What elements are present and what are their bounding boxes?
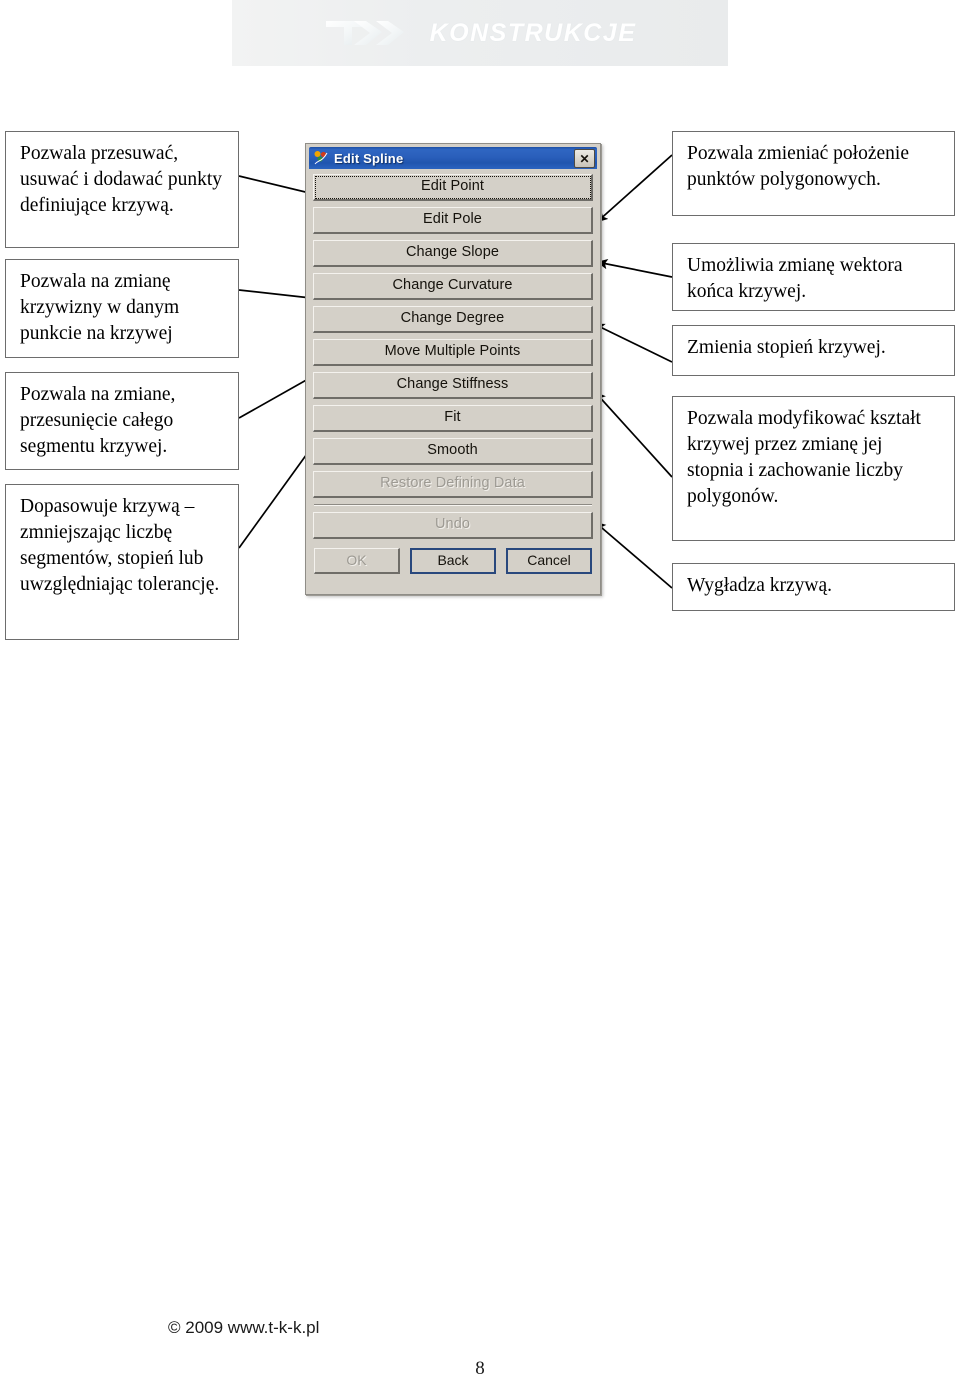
callout-text: Pozwala zmieniać położenie punktów polyg… — [687, 143, 909, 190]
close-icon[interactable]: ✕ — [574, 149, 595, 168]
button-change-curvature[interactable]: Change Curvature — [313, 273, 593, 300]
callout-move-multiple-points: Pozwala na zmiane, przesunięcie całego s… — [5, 372, 239, 470]
callout-change-slope: Umożliwia zmianę wektora końca krzywej. — [672, 243, 955, 311]
button-back[interactable]: Back — [410, 548, 496, 574]
button-change-stiffness[interactable]: Change Stiffness — [313, 372, 593, 399]
page-header-band: KONSTRUKCJE — [232, 0, 728, 66]
dialog-footer-row: OK Back Cancel — [313, 548, 593, 574]
button-fit[interactable]: Fit — [313, 405, 593, 432]
button-cancel[interactable]: Cancel — [506, 548, 592, 574]
callout-change-curvature: Pozwala na zmianę krzywizny w danym punk… — [5, 259, 239, 358]
button-change-degree[interactable]: Change Degree — [313, 306, 593, 333]
callout-text: Wygładza krzywą. — [687, 575, 833, 596]
callout-text: Zmienia stopień krzywej. — [687, 337, 886, 358]
tkk-logo-mark-icon — [324, 18, 420, 48]
button-ok: OK — [314, 548, 400, 574]
callout-fit: Dopasowuje krzywą – zmniejszając liczbę … — [5, 484, 239, 640]
logo-wordmark: KONSTRUKCJE — [429, 18, 637, 47]
button-edit-pole[interactable]: Edit Pole — [313, 207, 593, 234]
button-change-slope[interactable]: Change Slope — [313, 240, 593, 267]
footer-copyright: © 2009 www.t-k-k.pl — [168, 1318, 320, 1337]
callout-text: Umożliwia zmianę wektora końca krzywej. — [687, 255, 903, 302]
callout-text: Pozwala na zmianę krzywizny w danym punk… — [20, 271, 180, 344]
button-edit-point[interactable]: Edit Point — [313, 174, 593, 201]
button-restore-defining-data: Restore Defining Data — [313, 471, 593, 498]
dialog-separator — [314, 504, 592, 506]
callout-text: Pozwala przesuwać, usuwać i dodawać punk… — [20, 143, 222, 216]
edit-spline-icon — [313, 150, 329, 166]
edit-spline-dialog: Edit Spline ✕ Edit Point Edit Pole Chang… — [305, 143, 601, 595]
button-move-multiple-points[interactable]: Move Multiple Points — [313, 339, 593, 366]
callout-text: Pozwala na zmiane, przesunięcie całego s… — [20, 384, 176, 457]
brand-logo: KONSTRUKCJE — [232, 0, 728, 66]
button-smooth[interactable]: Smooth — [313, 438, 593, 465]
callout-change-degree: Zmienia stopień krzywej. — [672, 325, 955, 376]
callout-edit-point: Pozwala przesuwać, usuwać i dodawać punk… — [5, 131, 239, 248]
callout-smooth: Wygładza krzywą. — [672, 563, 955, 611]
dialog-body: Edit Point Edit Pole Change Slope Change… — [306, 169, 600, 580]
callout-change-stiffness: Pozwala modyfikować kształt krzywej prze… — [672, 396, 955, 541]
callout-text: Dopasowuje krzywą – zmniejszając liczbę … — [20, 496, 220, 595]
page-number: 8 — [475, 1358, 485, 1379]
callout-text: Pozwala modyfikować kształt krzywej prze… — [687, 408, 921, 507]
callout-edit-pole: Pozwala zmieniać położenie punktów polyg… — [672, 131, 955, 216]
dialog-titlebar[interactable]: Edit Spline ✕ — [309, 147, 597, 169]
dialog-title: Edit Spline — [334, 150, 404, 166]
button-undo: Undo — [313, 512, 593, 539]
